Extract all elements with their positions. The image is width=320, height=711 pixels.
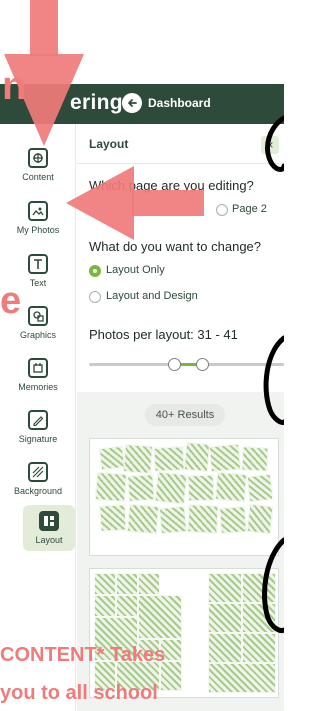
annotation-letter-1: n [2, 64, 27, 108]
annotation-text-line-1: CONTENT* Takes [0, 644, 166, 666]
annotation-text-line-2: you to all school [0, 682, 158, 704]
annotation-arrows [4, 0, 204, 240]
left-arrow-icon [66, 166, 204, 240]
annotation-letter-2: e [0, 280, 22, 322]
